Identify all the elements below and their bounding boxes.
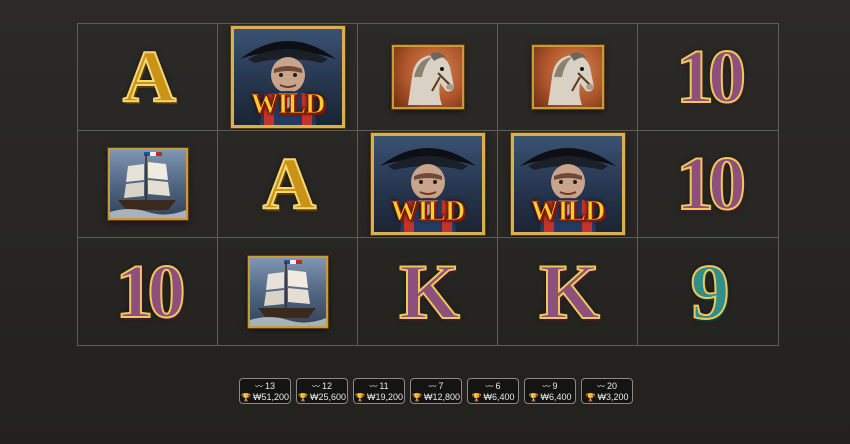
reel-cell: WILD (498, 131, 638, 238)
symbol-9: 9 (690, 247, 731, 335)
payline-icon: 〰 (542, 382, 551, 391)
payline-prize: ₩6,400 (540, 392, 572, 402)
symbol-horse (531, 45, 604, 109)
symbol-10: 10 (675, 35, 747, 119)
payline-icon: 〰 (485, 382, 494, 391)
reel-cell: WILD (218, 24, 358, 131)
trophy-icon: 🏆 (355, 393, 365, 402)
payline-number: 12 (321, 381, 332, 391)
symbol-10: 10 (675, 142, 747, 226)
trophy-icon: 🏆 (528, 393, 539, 402)
reel-cell: 9 (638, 238, 778, 345)
trophy-icon: 🏆 (298, 393, 308, 402)
wild-label: WILD (390, 196, 466, 228)
reel-cell: A (78, 24, 218, 131)
payline-number: 11 (379, 381, 389, 391)
payline-number: 7 (438, 381, 444, 391)
reel-cell (218, 238, 358, 345)
symbol-k: K (538, 247, 601, 335)
symbol-wild: WILD (230, 26, 345, 128)
reel-cell: K (498, 238, 638, 345)
symbol-wild: WILD (510, 133, 625, 235)
reel-cell: 10 (78, 238, 218, 345)
payline-prize: ₩3,200 (597, 392, 629, 402)
payline-icon: 〰 (428, 382, 437, 391)
reel-cell: A (218, 131, 358, 238)
payline-number: 6 (495, 381, 501, 391)
trophy-icon: 🏆 (412, 393, 422, 402)
reel-cell: WILD (358, 131, 498, 238)
symbol-10: 10 (115, 249, 187, 334)
payline-icon: 〰 (311, 382, 320, 391)
payline-badge[interactable]: 〰 20 🏆 ₩3,200 (581, 378, 633, 404)
payline-prize: ₩25,600 (309, 392, 346, 402)
trophy-icon: 🏆 (585, 393, 596, 402)
payline-prize: ₩6,400 (483, 392, 515, 402)
payline-badge[interactable]: 〰 12 🏆 ₩25,600 (296, 378, 348, 404)
payline-number: 13 (264, 381, 275, 391)
payline-badge[interactable]: 〰 11 🏆 ₩19,200 (353, 378, 405, 404)
trophy-icon: 🏆 (241, 393, 251, 402)
wild-label: WILD (250, 89, 326, 121)
wild-label: WILD (530, 196, 606, 228)
payline-icon: 〰 (369, 382, 378, 391)
payline-prize: ₩51,200 (252, 392, 289, 402)
symbol-a: A (262, 143, 318, 225)
symbol-k: K (398, 247, 461, 335)
payline-prize: ₩12,800 (423, 392, 460, 402)
ship-icon (249, 259, 326, 326)
payline-number: 20 (606, 381, 617, 391)
horse-icon (407, 52, 454, 105)
payline-badge[interactable]: 〰 6 🏆 ₩6,400 (467, 378, 519, 404)
payline-icon: 〰 (254, 382, 263, 391)
reel-grid: A WILD 10 A WILD WILD 10 10 K K 9 (77, 23, 779, 346)
reel-cell (498, 24, 638, 131)
reel-cell: 10 (638, 131, 778, 238)
payline-badge[interactable]: 〰 13 🏆 ₩51,200 (239, 378, 291, 404)
reel-cell: 10 (638, 24, 778, 131)
payline-badge[interactable]: 〰 7 🏆 ₩12,800 (410, 378, 462, 404)
payline-badge[interactable]: 〰 9 🏆 ₩6,400 (524, 378, 576, 404)
payline-list: 〰 13 🏆 ₩51,200 〰 12 🏆 ₩25,600 〰 11 🏆 ₩19,200 〰… (239, 378, 633, 404)
payline-icon: 〰 (596, 382, 605, 391)
reel-cell (78, 131, 218, 238)
symbol-horse (391, 45, 464, 109)
symbol-wild: WILD (370, 133, 485, 235)
reel-cell (358, 24, 498, 131)
horse-icon (547, 52, 594, 105)
symbol-a: A (122, 36, 178, 118)
symbol-ship (247, 255, 328, 328)
ship-icon (109, 152, 186, 218)
payline-number: 9 (552, 381, 558, 391)
reel-cell: K (358, 238, 498, 345)
payline-prize: ₩19,200 (366, 392, 403, 402)
symbol-ship (107, 148, 188, 220)
trophy-icon: 🏆 (471, 393, 482, 402)
